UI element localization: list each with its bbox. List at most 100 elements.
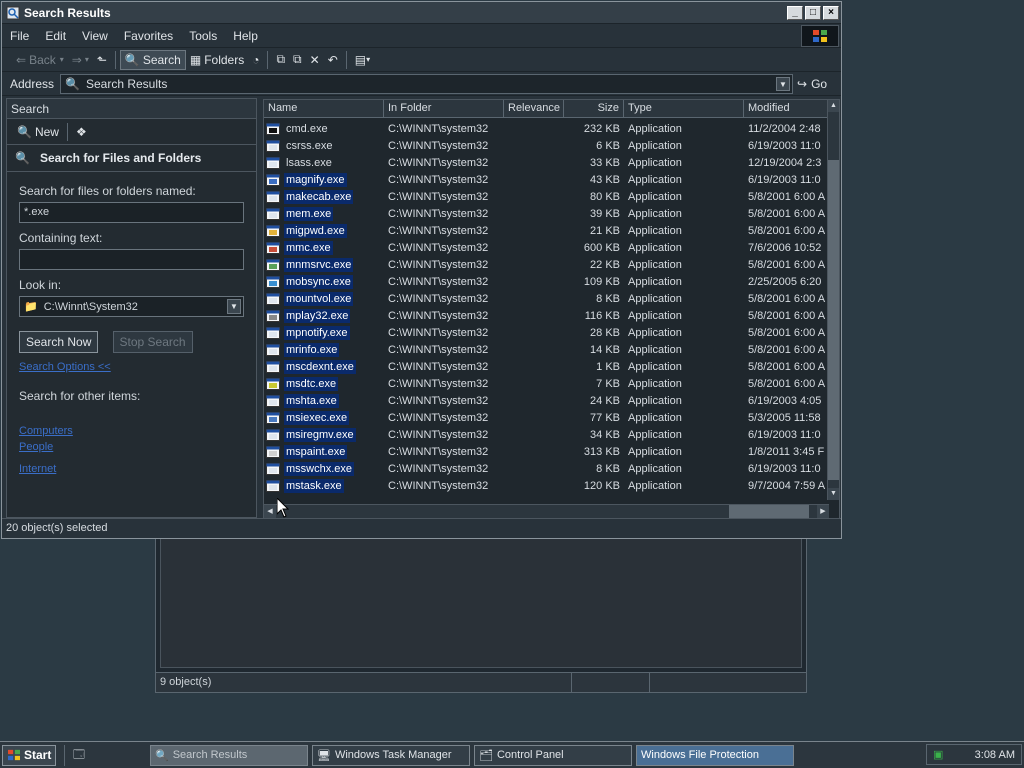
file-modified: 6/19/2003 11:0: [748, 428, 821, 441]
file-size: 28 KB: [590, 326, 620, 339]
table-row[interactable]: mem.exe C:\WINNT\system32 39 KB Application…: [264, 205, 829, 222]
close-button[interactable]: ×: [823, 5, 839, 20]
column-size[interactable]: Size: [564, 100, 624, 117]
look-in-select[interactable]: 📁 C:\Winnt\System32 ▼: [19, 296, 244, 317]
menu-help[interactable]: Help: [225, 29, 266, 43]
table-row[interactable]: makecab.exe C:\WINNT\system32 80 KB Applica…: [264, 188, 829, 205]
go-button[interactable]: ↪ Go: [797, 77, 841, 91]
scroll-down-icon[interactable]: ▼: [828, 488, 839, 500]
back-dropdown-icon[interactable]: ▾: [60, 55, 64, 64]
search-results-window[interactable]: Search Results _ □ × File Edit View Favo…: [1, 1, 842, 539]
table-row[interactable]: cmd.exe C:\WINNT\system32 232 KB Applicatio…: [264, 120, 829, 137]
search-now-button[interactable]: Search Now: [19, 331, 99, 353]
file-size: 39 KB: [590, 207, 620, 220]
new-search-button[interactable]: 🔍 New: [13, 123, 63, 141]
folders-button[interactable]: ▦ Folders: [186, 51, 248, 69]
scroll-left-icon[interactable]: ◀: [264, 505, 276, 518]
table-row[interactable]: mobsync.exe C:\WINNT\system32 109 KB Applic…: [264, 273, 829, 290]
table-row[interactable]: mspaint.exe C:\WINNT\system32 313 KB Applic…: [264, 443, 829, 460]
stop-search-button[interactable]: Stop Search: [112, 331, 193, 353]
results-list[interactable]: Name In Folder Relevance Size Type Modif…: [263, 99, 840, 519]
delete-button[interactable]: ✕: [306, 51, 324, 69]
menu-tools[interactable]: Tools: [181, 29, 225, 43]
column-in-folder[interactable]: In Folder: [384, 100, 504, 117]
scroll-up-icon[interactable]: ▲: [828, 100, 839, 112]
minimize-button[interactable]: _: [787, 5, 803, 20]
copy-to-button[interactable]: ⧉: [289, 50, 306, 69]
file-name-cell: mrinfo.exe: [264, 342, 384, 357]
people-link[interactable]: People: [19, 441, 256, 453]
menu-file[interactable]: File: [2, 29, 37, 43]
table-row[interactable]: mnmsrvc.exe C:\WINNT\system32 22 KB Applica…: [264, 256, 829, 273]
start-button[interactable]: Start: [2, 744, 56, 766]
column-relevance[interactable]: Relevance: [504, 100, 564, 117]
file-type: Application: [628, 377, 682, 390]
task-control-panel[interactable]: 🗂 Control Panel: [474, 744, 632, 766]
task-search-results[interactable]: 🔍 Search Results: [150, 744, 308, 766]
title-bar[interactable]: Search Results _ □ ×: [2, 2, 841, 24]
file-folder: C:\WINNT\system32: [388, 462, 489, 475]
table-row[interactable]: msiexec.exe C:\WINNT\system32 77 KB Applica…: [264, 409, 829, 426]
tray-network-icon[interactable]: ▣: [933, 748, 943, 761]
task-windows-file-protection[interactable]: Windows File Protection: [636, 744, 794, 766]
table-row[interactable]: lsass.exe C:\WINNT\system32 33 KB Applicati…: [264, 154, 829, 171]
move-to-button[interactable]: ⧉: [272, 50, 289, 69]
file-size: 6 KB: [596, 139, 620, 152]
search-options-link[interactable]: Search Options <<: [19, 361, 256, 373]
look-in-dropdown-icon[interactable]: ▼: [227, 299, 241, 314]
table-row[interactable]: migpwd.exe C:\WINNT\system32 21 KB Applicat…: [264, 222, 829, 239]
table-row[interactable]: msdtc.exe C:\WINNT\system32 7 KB Applicatio…: [264, 375, 829, 392]
column-type[interactable]: Type: [624, 100, 744, 117]
column-modified[interactable]: Modified: [744, 100, 829, 117]
task-windows-task-manager[interactable]: 🖥 Windows Task Manager: [312, 744, 470, 766]
column-name[interactable]: Name: [264, 100, 384, 117]
forward-dropdown-icon[interactable]: ▾: [85, 55, 89, 64]
maximize-button[interactable]: □: [805, 5, 821, 20]
internet-link[interactable]: Internet: [19, 463, 256, 475]
views-dropdown-icon: ▾: [366, 55, 371, 64]
table-row[interactable]: msswchx.exe C:\WINNT\system32 8 KB Applicat…: [264, 460, 829, 477]
table-row[interactable]: mrinfo.exe C:\WINNT\system32 14 KB Applicat…: [264, 341, 829, 358]
table-row[interactable]: mstask.exe C:\WINNT\system32 120 KB Applica…: [264, 477, 829, 494]
menu-view[interactable]: View: [74, 29, 116, 43]
table-row[interactable]: csrss.exe C:\WINNT\system32 6 KB Applicatio…: [264, 137, 829, 154]
clock[interactable]: 3:08 AM: [975, 749, 1015, 761]
key-file-icon: [266, 224, 280, 237]
table-row[interactable]: mscdexnt.exe C:\WINNT\system32 1 KB Applica…: [264, 358, 829, 375]
horizontal-scrollbar[interactable]: ◀ ▶: [264, 504, 829, 518]
containing-text-input[interactable]: [19, 249, 244, 270]
show-desktop-icon[interactable]: 🗔: [73, 746, 85, 765]
up-folder-button[interactable]: ⬑: [93, 51, 111, 69]
views-button[interactable]: ▤ ▾: [351, 51, 374, 69]
undo-button[interactable]: ↶: [324, 51, 342, 69]
background-window[interactable]: 9 object(s): [155, 536, 807, 693]
scroll-right-icon[interactable]: ▶: [817, 505, 829, 518]
table-row[interactable]: mshta.exe C:\WINNT\system32 24 KB Applicati…: [264, 392, 829, 409]
app-file-icon: [266, 394, 280, 407]
vertical-scrollbar[interactable]: ▲ ▼: [827, 100, 839, 500]
horizontal-scroll-thumb[interactable]: [729, 505, 809, 518]
computers-link[interactable]: Computers: [19, 425, 256, 437]
table-row[interactable]: msiregmv.exe C:\WINNT\system32 34 KB Applic…: [264, 426, 829, 443]
forward-button[interactable]: ⇒ ▾: [68, 51, 93, 69]
table-row[interactable]: magnify.exe C:\WINNT\system32 43 KB Applica…: [264, 171, 829, 188]
table-row[interactable]: mountvol.exe C:\WINNT\system32 8 KB Applica…: [264, 290, 829, 307]
file-size: 21 KB: [590, 224, 620, 237]
file-modified: 5/8/2001 6:00 A: [748, 326, 826, 339]
menu-edit[interactable]: Edit: [37, 29, 74, 43]
named-input[interactable]: *.exe: [19, 202, 244, 223]
vertical-scroll-thumb[interactable]: [828, 160, 839, 480]
address-dropdown-icon[interactable]: ▼: [776, 76, 790, 91]
search-options-icon-button[interactable]: ❖: [72, 123, 91, 141]
app-file-icon: [266, 479, 280, 492]
search-toolbar-button[interactable]: 🔍 Search: [119, 49, 186, 70]
history-button[interactable]: ◔: [248, 51, 263, 69]
file-folder: C:\WINNT\system32: [388, 156, 489, 169]
address-input[interactable]: 🔍 Search Results ▼: [60, 73, 793, 94]
table-row[interactable]: mplay32.exe C:\WINNT\system32 116 KB Applic…: [264, 307, 829, 324]
menu-favorites[interactable]: Favorites: [116, 29, 181, 43]
table-row[interactable]: mmc.exe C:\WINNT\system32 600 KB Applicatio…: [264, 239, 829, 256]
standard-toolbar: ⇐ Back ▾ ⇒ ▾ ⬑ 🔍 Search ▦ Folders ◔ ⧉ ⧉ ✕ ↶ ▤…: [2, 48, 841, 72]
table-row[interactable]: mpnotify.exe C:\WINNT\system32 28 KB Applic…: [264, 324, 829, 341]
back-button[interactable]: ⇐ Back ▾: [12, 51, 68, 69]
